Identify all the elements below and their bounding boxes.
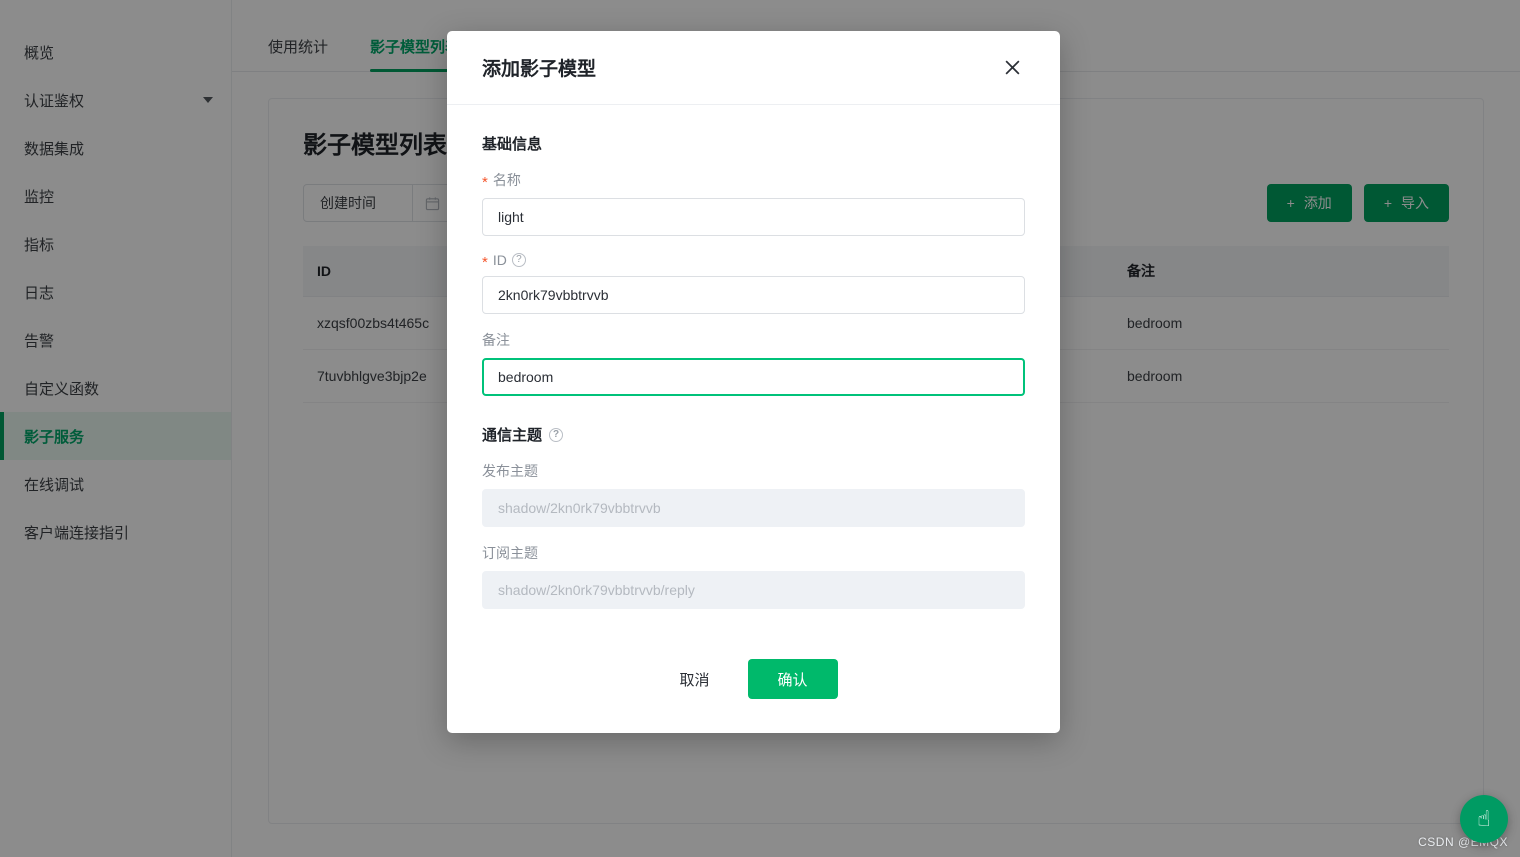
label-text: 备注 — [482, 332, 510, 348]
confirm-button[interactable]: 确认 — [747, 659, 838, 699]
section-title-communication-topic: 通信主题 ? — [482, 424, 1025, 445]
dialog-body: 基础信息 * 名称 * ID ? 备注 通信主题 ? 发布主题 — [447, 105, 1060, 637]
label-text: 名称 — [492, 172, 521, 188]
label-subscribe-topic: 订阅主题 — [482, 543, 1025, 563]
remark-input[interactable] — [482, 358, 1025, 396]
id-input[interactable] — [482, 276, 1025, 314]
help-icon[interactable]: ? — [549, 427, 564, 442]
publish-topic-input — [482, 489, 1025, 527]
required-asterisk: * — [482, 173, 488, 191]
label-text: 订阅主题 — [482, 545, 538, 561]
dialog-header: 添加影子模型 — [447, 31, 1060, 105]
cancel-button[interactable]: 取消 — [669, 661, 719, 698]
section-label: 基础信息 — [482, 136, 543, 153]
section-title-basic-info: 基础信息 — [482, 133, 1025, 154]
app-root: 概览 认证鉴权 数据集成 监控 指标 日志 告警 自定义函数 影子服务 在线调试… — [0, 0, 1520, 857]
section-label: 通信主题 — [482, 427, 543, 444]
label-id: * ID ? — [482, 252, 1025, 271]
close-x-glyph — [1005, 60, 1019, 75]
label-remark: 备注 — [482, 330, 1025, 350]
label-name: * 名称 — [482, 170, 1025, 190]
label-publish-topic: 发布主题 — [482, 461, 1025, 481]
required-asterisk: * — [482, 253, 488, 271]
dialog-footer: 取消 确认 — [447, 637, 1060, 733]
help-icon[interactable]: ? — [511, 253, 526, 267]
label-text: ID — [492, 252, 507, 268]
label-text: 发布主题 — [482, 463, 538, 479]
pointer-fab-button[interactable]: ☝ — [1460, 795, 1508, 843]
name-input[interactable] — [482, 198, 1025, 236]
dialog-title: 添加影子模型 — [482, 59, 597, 80]
subscribe-topic-input — [482, 571, 1025, 609]
add-shadow-model-dialog: 添加影子模型 基础信息 * 名称 * ID ? — [447, 31, 1060, 733]
close-icon[interactable] — [999, 55, 1025, 81]
hand-pointer-icon: ☝ — [1477, 806, 1491, 831]
